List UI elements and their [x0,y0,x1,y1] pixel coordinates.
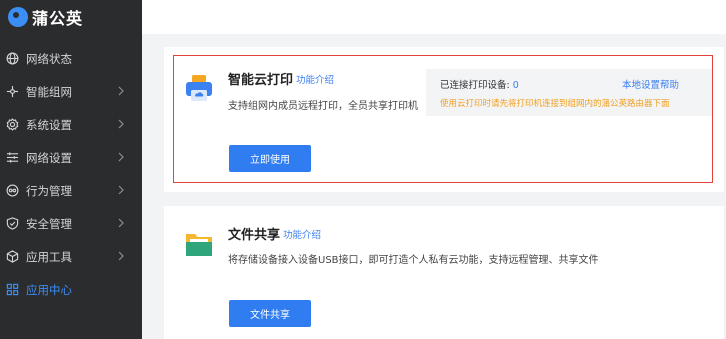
sidebar-item-label: 智能组网 [26,84,72,99]
eye-icon [6,184,19,197]
chevron-right-icon [118,86,124,96]
sidebar-nav: 网络状态 智能组网 系统设置 网络设置 行为管理 安全管理 应用工具 应用中心 [0,42,142,306]
print-device-info: 已连接打印设备: 0 本地设置帮助 使用云打印时请先将打印机连接到组网内的蒲公英路… [426,69,712,116]
sidebar-item-app-center[interactable]: 应用中心 [0,273,142,306]
file-share-description: 将存储设备接入设备USB接口，即可打造个人私有云功能，支持远程管理、共享文件 [228,255,599,266]
chevron-right-icon [118,251,124,261]
sidebar-item-label: 安全管理 [26,216,72,231]
globe-icon [6,52,19,65]
cloud-print-description: 支持组网内成员远程打印，全员共享打印机 [228,101,418,112]
sliders-icon [6,151,19,164]
connected-devices-label: 已连接打印设备: 0 [440,80,519,91]
sidebar-item-network-status[interactable]: 网络状态 [0,42,142,75]
sidebar: 蒲公英 网络状态 智能组网 系统设置 网络设置 行为管理 安全管理 应用工具 应… [0,0,142,339]
sidebar-item-label: 应用工具 [26,249,72,264]
sidebar-item-system-settings[interactable]: 系统设置 [0,108,142,141]
cube-icon [6,250,19,263]
sidebar-item-behavior-management[interactable]: 行为管理 [0,174,142,207]
app-name: 蒲公英 [32,9,84,28]
gear-icon [6,118,19,131]
logo-icon [8,7,28,27]
sidebar-item-label: 网络设置 [26,150,72,165]
sidebar-item-label: 应用中心 [26,282,72,297]
shield-icon [6,217,19,230]
cloud-print-warning: 使用云打印时请先将打印机连接到组网内的蒲公英路由器下面 [440,99,670,109]
sidebar-item-smart-network[interactable]: 智能组网 [0,75,142,108]
use-now-button[interactable]: 立即使用 [229,145,311,172]
top-bar [142,0,726,34]
chevron-right-icon [118,119,124,129]
network-icon [6,85,19,98]
file-share-intro-link[interactable]: 功能介绍 [283,227,321,241]
cloud-print-intro-link[interactable]: 功能介绍 [296,72,334,86]
folder-icon [186,234,212,256]
local-settings-help-link[interactable]: 本地设置帮助 [622,77,679,91]
printer-icon [186,75,212,101]
logo[interactable]: 蒲公英 [8,6,83,28]
sidebar-item-security-management[interactable]: 安全管理 [0,207,142,240]
sidebar-item-network-settings[interactable]: 网络设置 [0,141,142,174]
chevron-right-icon [118,185,124,195]
connected-devices-count: 0 [512,80,519,91]
sidebar-item-label: 网络状态 [26,51,72,66]
sidebar-item-label: 系统设置 [26,117,72,132]
file-share-button[interactable]: 文件共享 [229,300,311,327]
chevron-right-icon [118,218,124,228]
apps-icon [6,283,19,296]
file-share-title: 文件共享 [228,228,281,243]
sidebar-item-label: 行为管理 [26,183,72,198]
chevron-right-icon [118,152,124,162]
sidebar-item-app-tools[interactable]: 应用工具 [0,240,142,273]
cloud-print-title: 智能云打印 [228,73,294,88]
